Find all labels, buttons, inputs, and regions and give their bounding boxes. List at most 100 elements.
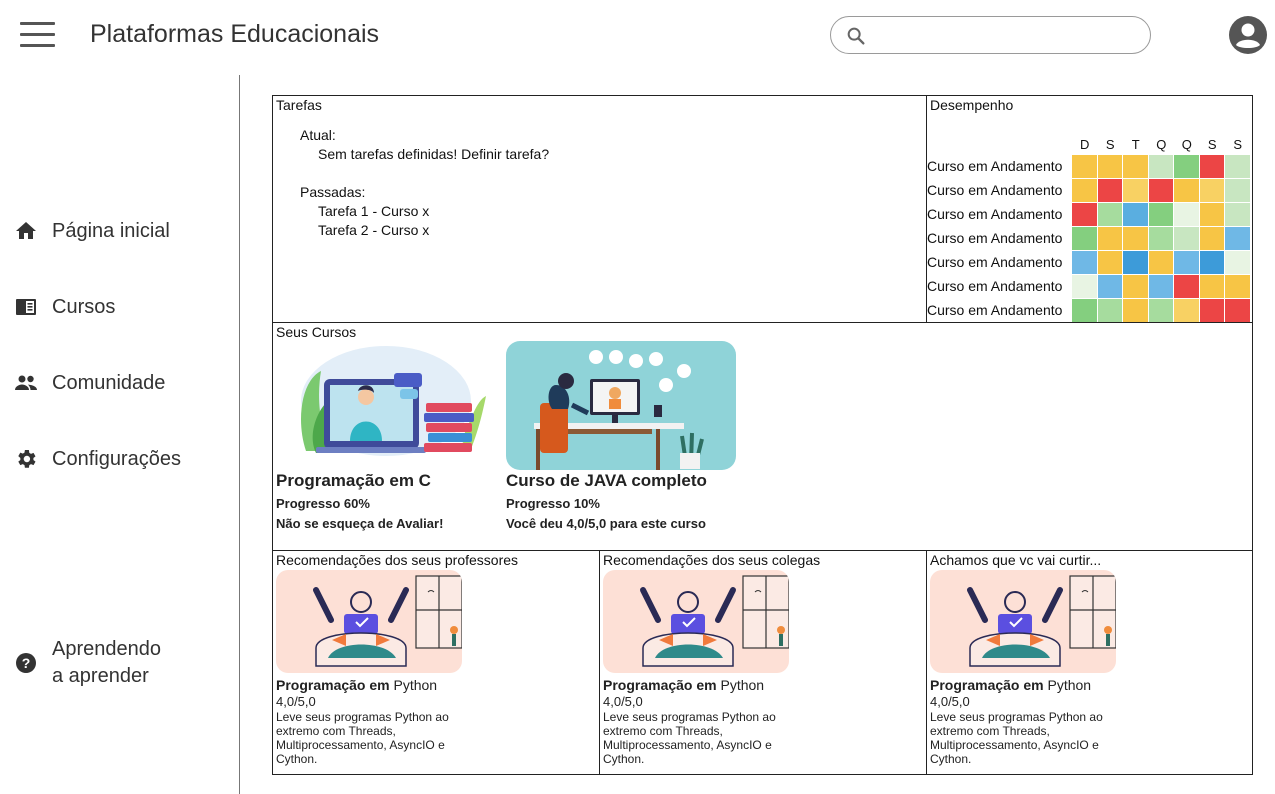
heatmap-cell	[1123, 202, 1148, 226]
sidebar-item-label: Comunidade	[52, 371, 166, 394]
course-note: Não se esqueça de Avaliar!	[276, 516, 444, 531]
desempenho-panel: Desempenho D S T Q Q S S Curso em Andame…	[926, 95, 1253, 323]
weekday-label: T	[1131, 137, 1140, 152]
heatmap-cell	[1072, 298, 1097, 322]
heatmap-cell	[1097, 178, 1122, 202]
current-label: Atual:	[300, 127, 336, 143]
gear-icon	[18, 450, 36, 468]
weekday-label: D	[1080, 137, 1090, 152]
heatmap-cell	[1148, 154, 1173, 178]
course-progress: Progresso 10%	[506, 496, 600, 511]
menu-book-icon	[16, 299, 36, 315]
sidebar-item-pagina-inicial[interactable]: Página inicial	[14, 216, 170, 246]
course-card-c[interactable]: Programação em C Progresso 60% Não se es…	[276, 341, 506, 531]
recommendation-panel-professores[interactable]: Recomendações dos seus professores Progr…	[272, 550, 600, 775]
heatmap-cell	[1225, 154, 1250, 178]
heatmap-cell	[1174, 226, 1199, 250]
course-image-online-teacher	[276, 341, 506, 470]
recommendation-rating: 4,0/5,0	[276, 694, 316, 709]
heatmap-cell	[1199, 250, 1224, 274]
course-name-rest: Python	[716, 677, 765, 693]
heatmap-cell	[1225, 226, 1250, 250]
heatmap-cell	[1097, 250, 1122, 274]
recommendation-description: Leve seus programas Python ao extremo co…	[276, 710, 449, 766]
weekday-label: S	[1207, 137, 1217, 152]
heatmap-cell	[1097, 226, 1122, 250]
heatmap-cell	[1072, 274, 1097, 298]
heatmap-row: Curso em Andamento	[927, 202, 1251, 226]
heatmap-cell	[1174, 178, 1199, 202]
panel-title: Achamos que vc vai curtir...	[930, 552, 1102, 568]
past-label: Passadas:	[300, 184, 366, 200]
sidebar-divider	[239, 75, 240, 794]
weekday-label: S	[1233, 137, 1243, 152]
search-input[interactable]	[875, 24, 1139, 48]
heatmap-cell	[1097, 298, 1122, 322]
search-bar[interactable]	[830, 16, 1151, 54]
heatmap-cell	[1123, 298, 1148, 322]
heatmap-cell	[1199, 154, 1224, 178]
heatmap-cell	[1123, 178, 1148, 202]
heatmap-cell	[1097, 274, 1122, 298]
panel-title: Recomendações dos seus colegas	[603, 552, 821, 568]
past-task-item[interactable]: Tarefa 2 - Curso x	[318, 222, 429, 238]
recommendation-description: Leve seus programas Python ao extremo co…	[603, 710, 776, 766]
hamburger-menu-icon[interactable]	[20, 22, 56, 48]
recommendation-course-name: Programação em Python	[603, 677, 764, 693]
heatmap-cell	[1199, 178, 1224, 202]
recommendation-image	[603, 570, 789, 673]
heatmap-cell	[1123, 250, 1148, 274]
heatmap-row-label: Curso em Andamento	[927, 158, 1063, 174]
heatmap-cell	[1199, 298, 1224, 322]
sidebar-item-aprendendo[interactable]: ? Aprendendo a aprender	[14, 636, 161, 690]
sidebar-item-cursos[interactable]: Cursos	[14, 292, 115, 322]
app-title: Plataformas Educacionais	[90, 20, 380, 48]
recommendation-course-name: Programação em Python	[930, 677, 1091, 693]
heatmap-row: Curso em Andamento	[927, 154, 1251, 178]
heatmap-cell	[1072, 202, 1097, 226]
heatmap-cell	[1225, 250, 1250, 274]
recommendation-image	[930, 570, 1116, 673]
course-name-rest: Python	[1043, 677, 1092, 693]
sidebar-item-label: Página inicial	[52, 219, 170, 242]
recommendation-image	[276, 570, 462, 673]
weekday-label: Q	[1156, 137, 1167, 152]
course-card-java[interactable]: Curso de JAVA completo Progresso 10% Voc…	[506, 341, 736, 531]
heatmap-cell	[1199, 202, 1224, 226]
define-task-link[interactable]: Sem tarefas definidas! Definir tarefa?	[318, 146, 549, 162]
heatmap-cell	[1097, 202, 1122, 226]
heatmap-cell	[1174, 202, 1199, 226]
help-circle-icon: ?	[16, 653, 36, 673]
heatmap-cell	[1123, 274, 1148, 298]
heatmap-cell	[1097, 154, 1122, 178]
heatmap-row: Curso em Andamento	[927, 250, 1251, 274]
sidebar-item-configuracoes[interactable]: Configurações	[14, 444, 181, 474]
search-icon	[847, 27, 865, 45]
heatmap-row: Curso em Andamento	[927, 178, 1251, 202]
heatmap-row-label: Curso em Andamento	[927, 302, 1063, 318]
heatmap-row-label: Curso em Andamento	[927, 206, 1063, 222]
recommendation-rating: 4,0/5,0	[930, 694, 970, 709]
heatmap-cell	[1148, 226, 1173, 250]
recommendation-panel-curtir[interactable]: Achamos que vc vai curtir... Programação…	[926, 550, 1253, 775]
heatmap-cell	[1072, 250, 1097, 274]
heatmap-cell	[1148, 178, 1173, 202]
panel-title: Recomendações dos seus professores	[276, 552, 519, 568]
recommendation-panel-colegas[interactable]: Recomendações dos seus colegas Programaç…	[599, 550, 927, 775]
heatmap-cell	[1225, 178, 1250, 202]
recommendation-rating: 4,0/5,0	[603, 694, 643, 709]
heatmap-row-label: Curso em Andamento	[927, 254, 1063, 270]
heatmap-cell	[1174, 154, 1199, 178]
account-circle-icon[interactable]	[1229, 16, 1267, 54]
heatmap-cell	[1072, 226, 1097, 250]
heatmap-row-label: Curso em Andamento	[927, 278, 1063, 294]
course-name-bold: Programação em	[276, 677, 390, 693]
heatmap-cell	[1123, 226, 1148, 250]
sidebar-item-comunidade[interactable]: Comunidade	[14, 368, 165, 398]
heatmap-cell	[1225, 202, 1250, 226]
heatmap-row: Curso em Andamento	[927, 226, 1251, 250]
seus-cursos-panel: Seus Cursos Programação em C Progresso 6…	[272, 322, 1253, 551]
heatmap-cell	[1199, 226, 1224, 250]
people-icon	[15, 375, 37, 390]
past-task-item[interactable]: Tarefa 1 - Curso x	[318, 203, 429, 219]
